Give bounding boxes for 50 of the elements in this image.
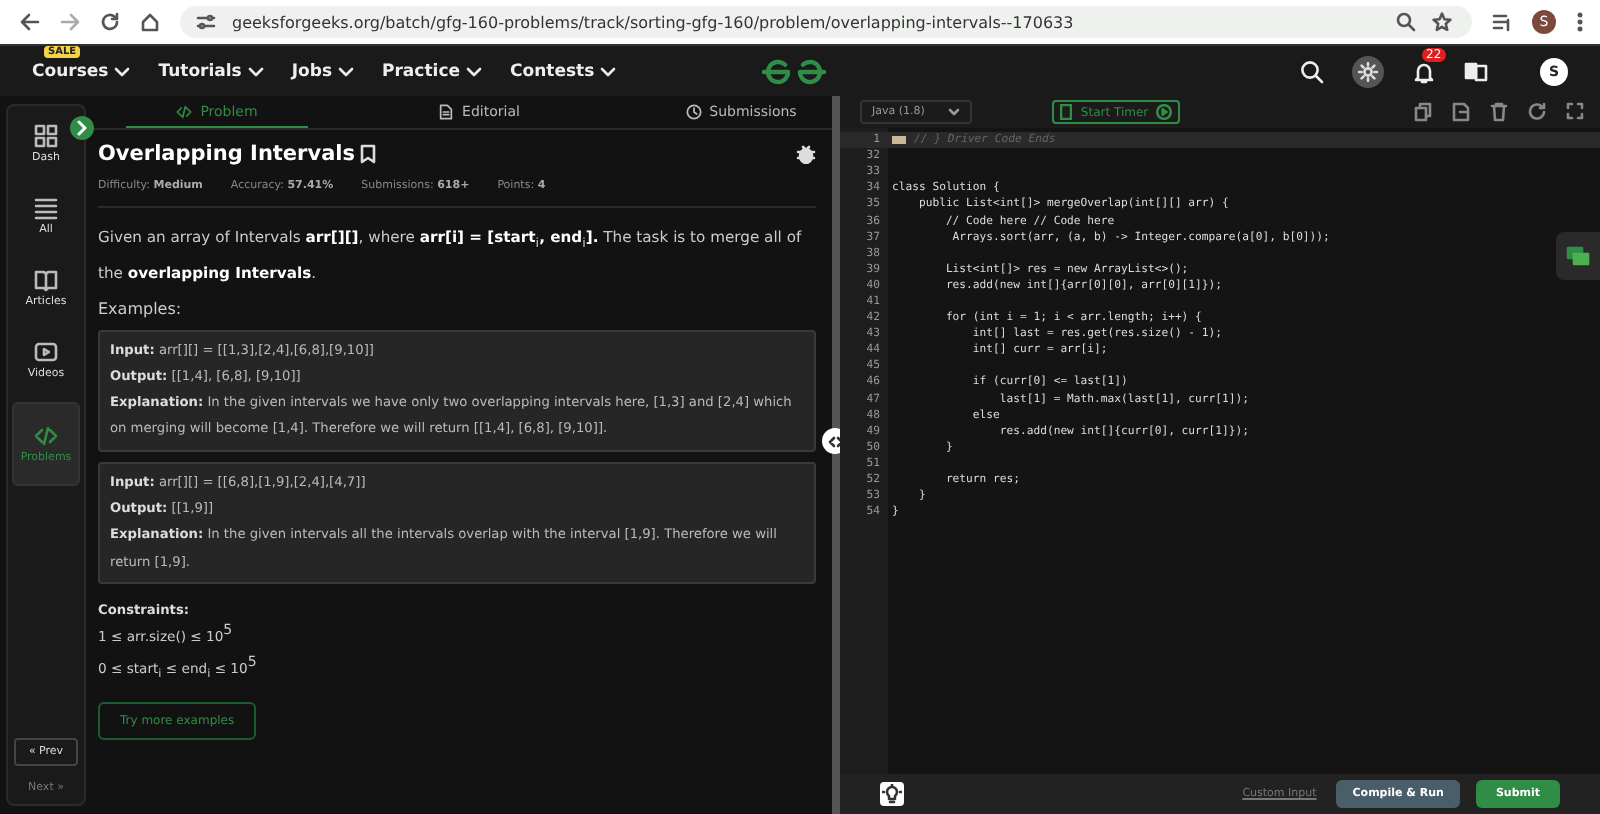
caret-icon (948, 108, 961, 116)
logo-icon (760, 58, 828, 86)
nav-menu[interactable]: Tutorials (158, 61, 264, 81)
examples-heading: Examples: (98, 299, 182, 318)
theme-toggle[interactable] (1352, 55, 1384, 87)
problem-title: Overlapping Intervals (98, 142, 356, 166)
chevron-down-icon (600, 65, 617, 77)
play-icon (34, 340, 58, 364)
lightbulb-icon (882, 784, 902, 804)
back-arrow-icon[interactable] (20, 12, 40, 32)
expand-handle[interactable] (70, 116, 94, 140)
book-icon (34, 268, 58, 292)
site-settings-icon (196, 12, 216, 32)
chat-icon (1566, 246, 1590, 266)
play-icon (1156, 104, 1173, 120)
reset-icon[interactable] (1528, 102, 1546, 122)
fullscreen-icon[interactable] (1566, 102, 1584, 122)
list-icon (34, 196, 58, 220)
sun-icon (1358, 61, 1378, 81)
chevron-down-icon (247, 65, 264, 77)
file-icon[interactable] (1452, 102, 1470, 122)
grid-icon (34, 124, 58, 148)
folded-marker-icon (892, 136, 906, 145)
copy-icon[interactable] (1414, 102, 1432, 122)
chevron-down-icon (114, 65, 131, 77)
nav-menu[interactable]: Contests (510, 61, 617, 81)
menu-icon[interactable] (1576, 12, 1584, 32)
star-icon[interactable] (1432, 12, 1452, 32)
clock-icon (685, 103, 702, 119)
search-icon[interactable] (1300, 59, 1324, 83)
nav-menu[interactable]: Practice (382, 61, 482, 81)
bell-icon[interactable] (1412, 59, 1436, 83)
address-bar[interactable]: geeksforgeeks.org/batch/gfg-160-problems/track/sorting-gfg-160/problem/overlapping-intervals--170633 (180, 6, 1472, 38)
nav-menu[interactable]: Jobs (291, 61, 355, 81)
chevron-right-icon (76, 120, 88, 136)
hint-button[interactable] (880, 782, 904, 806)
trash-icon[interactable] (1490, 102, 1508, 122)
chat-button[interactable] (1556, 232, 1600, 280)
zoom-icon[interactable] (1396, 12, 1416, 32)
arrows-icon (827, 435, 843, 447)
chevron-down-icon (338, 65, 355, 77)
bookmark-icon[interactable] (359, 144, 376, 164)
code-icon (34, 424, 58, 448)
chevron-down-icon (466, 65, 482, 77)
bug-icon[interactable] (796, 144, 816, 164)
url-text: geeksforgeeks.org/batch/gfg-160-problems/track/sorting-gfg-160/problem/overlapping-intervals--170633 (232, 13, 1074, 31)
home-icon[interactable] (140, 12, 160, 32)
reload-icon[interactable] (100, 12, 120, 32)
document-icon (438, 103, 455, 119)
code-icon (176, 103, 193, 119)
